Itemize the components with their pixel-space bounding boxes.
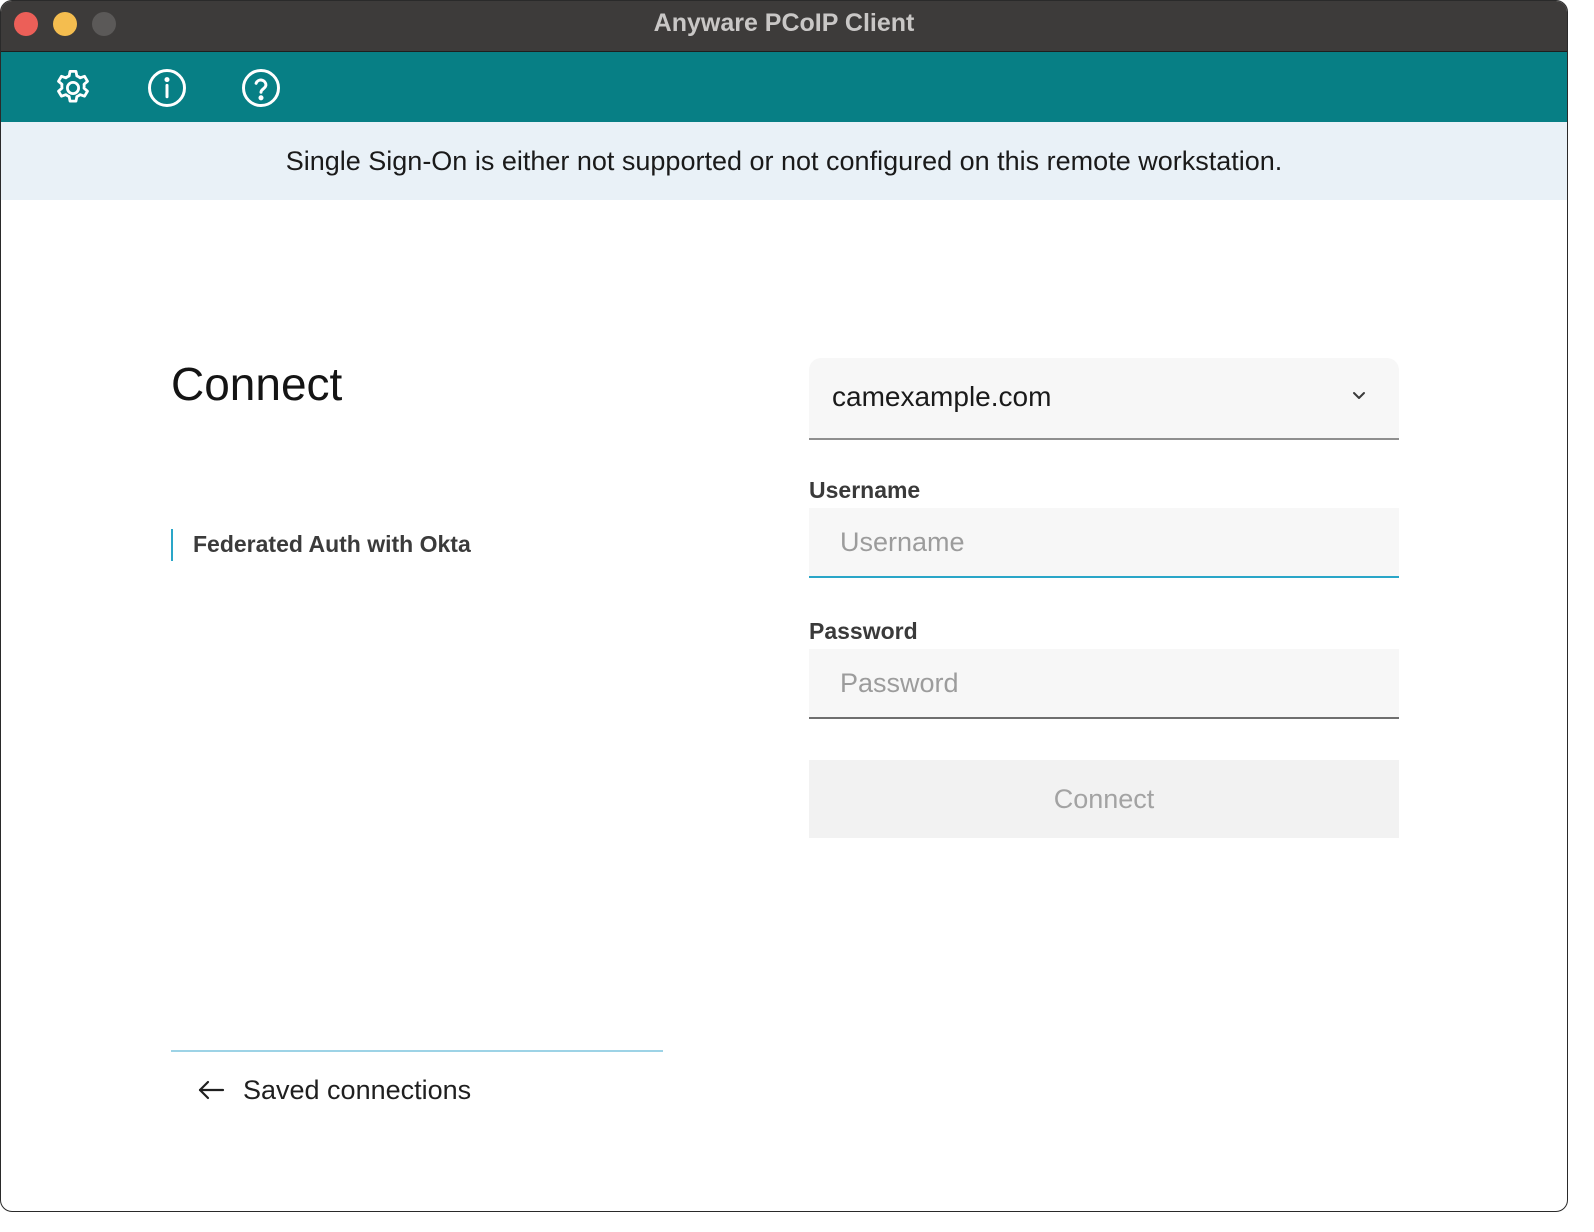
info-button[interactable] (145, 66, 189, 110)
chevron-down-icon (1353, 392, 1365, 399)
gear-icon (57, 69, 89, 103)
password-input[interactable] (809, 649, 1399, 717)
sso-warning-banner: Single Sign-On is either not supported o… (1, 122, 1567, 200)
app-window: Anyware PCoIP Client Single Sign-On is e… (0, 0, 1568, 1212)
title-bar: Anyware PCoIP Client (1, 1, 1567, 52)
username-field-container (809, 508, 1399, 578)
arrow-left-icon (198, 1080, 225, 1100)
domain-value: camexample.com (832, 381, 1052, 412)
password-field-container (809, 649, 1399, 719)
divider (171, 1050, 663, 1052)
connect-button[interactable]: Connect (809, 760, 1399, 838)
domain-select[interactable]: camexample.com (809, 358, 1399, 440)
password-label: Password (809, 618, 918, 644)
settings-button[interactable] (51, 66, 95, 110)
window-title: Anyware PCoIP Client (653, 9, 915, 37)
page-title: Connect (171, 358, 343, 410)
saved-connections-link[interactable]: Saved connections (197, 1069, 471, 1111)
saved-connections-label: Saved connections (243, 1074, 472, 1105)
auth-method-label: Federated Auth with Okta (171, 529, 471, 561)
toolbar (1, 52, 1567, 122)
info-icon (148, 69, 186, 107)
username-label: Username (809, 477, 921, 503)
username-input[interactable] (809, 508, 1399, 576)
help-icon (242, 69, 280, 107)
help-button[interactable] (239, 66, 283, 110)
